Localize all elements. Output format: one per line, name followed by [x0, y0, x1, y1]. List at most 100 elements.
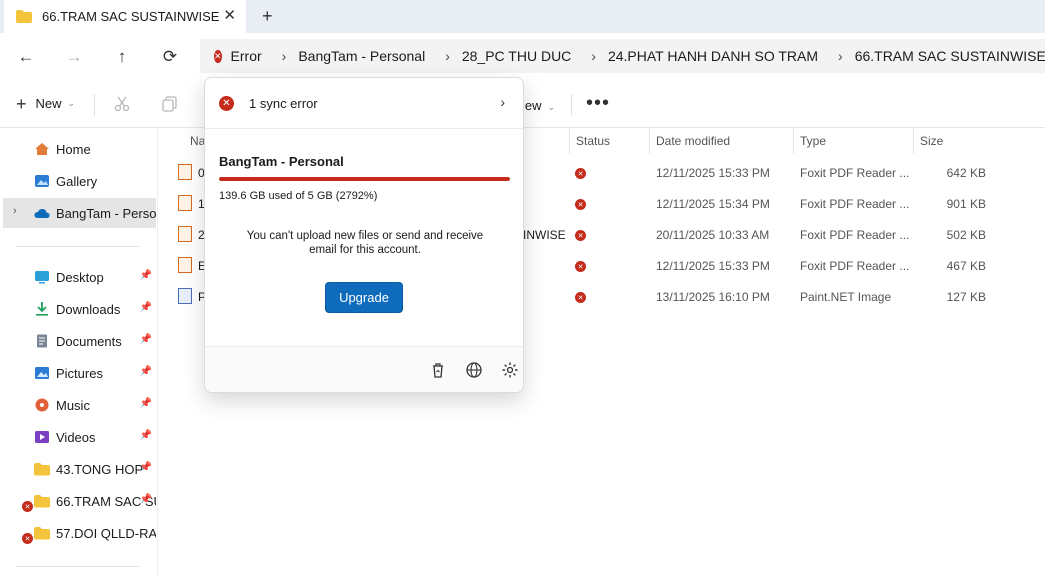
sidebar-item-documents[interactable]: Documents 📌 [0, 326, 156, 356]
column-header-date-modified[interactable]: Date modified [650, 128, 730, 154]
navigation-pane: Home Gallery › BangTam - Persona Desktop… [0, 128, 158, 576]
breadcrumb-account[interactable]: BangTam - Personal [298, 48, 425, 64]
sidebar-divider [16, 246, 140, 247]
sidebar-item-label: Home [56, 141, 91, 157]
navigation-bar: ← → ↑ ⟳ ✕ Error › BangTam - Personal › 2… [0, 33, 1045, 80]
sidebar-item-onedrive[interactable]: › BangTam - Persona [3, 198, 156, 228]
videos-icon [35, 431, 49, 443]
column-header-type[interactable]: Type [794, 128, 826, 154]
sidebar-item-home[interactable]: Home [0, 134, 156, 164]
plus-icon: + [16, 93, 27, 114]
new-label: New [35, 96, 62, 111]
pdf-file-icon [178, 226, 192, 242]
refresh-button[interactable]: ⟳ [158, 45, 182, 69]
view-button[interactable]: iew ⌄ [522, 98, 555, 113]
new-button[interactable]: + New ⌄ [16, 93, 76, 114]
column-header-size[interactable]: Size [914, 128, 943, 154]
sidebar-item-folder-57[interactable]: ✕ 57.DOI QLLD-RA SC [0, 518, 156, 548]
file-name-tail: INWISE [523, 228, 566, 242]
file-date: 20/11/2025 10:33 AM [656, 228, 770, 242]
home-icon [35, 143, 49, 155]
tab-current-folder[interactable]: 66.TRAM SAC SUSTAINWISE ✕ [4, 0, 246, 33]
sidebar-item-music[interactable]: Music 📌 [0, 390, 156, 420]
view-label: iew [522, 98, 542, 113]
error-icon: ✕ [214, 49, 222, 63]
account-name: BangTam - Personal [219, 154, 344, 169]
close-tab-icon[interactable]: ✕ [223, 8, 236, 24]
breadcrumb-separator-icon[interactable]: › [282, 48, 287, 64]
file-type: Foxit PDF Reader ... [800, 197, 910, 211]
file-size: 901 KB [946, 197, 986, 211]
storage-usage-text: 139.6 GB used of 5 GB (2792%) [219, 190, 378, 202]
copy-icon[interactable] [162, 96, 178, 112]
breadcrumb-folder-2[interactable]: 24.PHAT HANH DANH SO TRAM [608, 48, 818, 64]
toolbar-divider [94, 94, 95, 116]
pin-icon[interactable]: 📌 [140, 270, 152, 281]
pin-icon[interactable]: 📌 [140, 302, 152, 313]
sidebar-item-pictures[interactable]: Pictures 📌 [0, 358, 156, 388]
file-size: 467 KB [946, 259, 986, 273]
breadcrumb-separator-icon[interactable]: › [591, 48, 596, 64]
chevron-right-icon[interactable]: › [500, 94, 505, 110]
breadcrumb-folder-3[interactable]: 66.TRAM SAC SUSTAINWISE [855, 48, 1045, 64]
address-bar[interactable]: ✕ Error › BangTam - Personal › 28_PC THU… [200, 39, 1045, 73]
sync-error-icon: ✕ [575, 199, 586, 210]
pin-icon[interactable]: 📌 [140, 494, 152, 505]
tab-title: 66.TRAM SAC SUSTAINWISE [42, 9, 220, 24]
sidebar-item-label: BangTam - Persona [56, 205, 156, 221]
forward-button[interactable]: → [62, 45, 86, 69]
sidebar-item-label: Documents [56, 333, 122, 349]
sidebar-item-downloads[interactable]: Downloads 📌 [0, 294, 156, 324]
storage-quota-fill [219, 177, 510, 181]
sidebar-item-label: Music [56, 397, 90, 413]
upgrade-button[interactable]: Upgrade [325, 282, 403, 313]
new-tab-button[interactable]: + [262, 6, 273, 26]
column-header-status[interactable]: Status [570, 128, 610, 154]
sync-error-icon: ✕ [22, 533, 33, 544]
up-button[interactable]: ↑ [110, 45, 134, 69]
sync-error-icon: ✕ [22, 501, 33, 512]
music-icon [35, 398, 49, 412]
sidebar-item-videos[interactable]: Videos 📌 [0, 422, 156, 452]
sync-error-row[interactable]: ✕ 1 sync error › [205, 78, 523, 129]
sync-error-text: 1 sync error [249, 95, 318, 111]
breadcrumb-error[interactable]: Error [231, 48, 262, 64]
pin-icon[interactable]: 📌 [140, 334, 152, 345]
more-options-icon[interactable]: ••• [586, 92, 610, 115]
sidebar-item-label: Downloads [56, 301, 121, 317]
sidebar-item-label: Gallery [56, 173, 98, 189]
storage-quota-bar [219, 177, 510, 181]
sidebar-item-desktop[interactable]: Desktop 📌 [0, 262, 156, 292]
sidebar-item-label: Pictures [56, 365, 103, 381]
sync-error-icon: ✕ [575, 230, 586, 241]
globe-icon[interactable] [465, 361, 483, 379]
pin-icon[interactable]: 📌 [140, 366, 152, 377]
breadcrumb-separator-icon[interactable]: › [445, 48, 450, 64]
folder-icon [34, 495, 50, 508]
breadcrumb-folder-1[interactable]: 28_PC THU DUC [462, 48, 571, 64]
onedrive-icon [34, 208, 50, 218]
chevron-right-icon[interactable]: › [13, 205, 17, 217]
error-icon: ✕ [219, 95, 234, 111]
breadcrumb-separator-icon[interactable]: › [838, 48, 843, 64]
pin-icon[interactable]: 📌 [140, 398, 152, 409]
image-file-icon [178, 288, 192, 304]
recycle-bin-icon[interactable] [429, 361, 447, 379]
sync-error-icon: ✕ [575, 261, 586, 272]
download-icon [36, 302, 48, 316]
cut-icon[interactable] [114, 96, 130, 112]
sidebar-item-folder-66[interactable]: ✕ 66.TRAM SAC SU 📌 [0, 486, 156, 516]
sidebar-item-gallery[interactable]: Gallery [0, 166, 156, 196]
pdf-file-icon [178, 257, 192, 273]
chevron-down-icon: ⌄ [67, 98, 76, 108]
file-date: 12/11/2025 15:34 PM [656, 197, 770, 211]
settings-gear-icon[interactable] [501, 361, 519, 379]
sidebar-item-folder-43[interactable]: 43.TONG HOP 📌 [0, 454, 156, 484]
pin-icon[interactable]: 📌 [140, 430, 152, 441]
file-size: 127 KB [946, 290, 986, 304]
sidebar-item-label: Videos [56, 429, 96, 445]
pictures-icon [35, 367, 49, 379]
pin-icon[interactable]: 📌 [140, 462, 152, 473]
back-button[interactable]: ← [14, 45, 38, 69]
column-header-name[interactable]: Na [184, 128, 205, 154]
